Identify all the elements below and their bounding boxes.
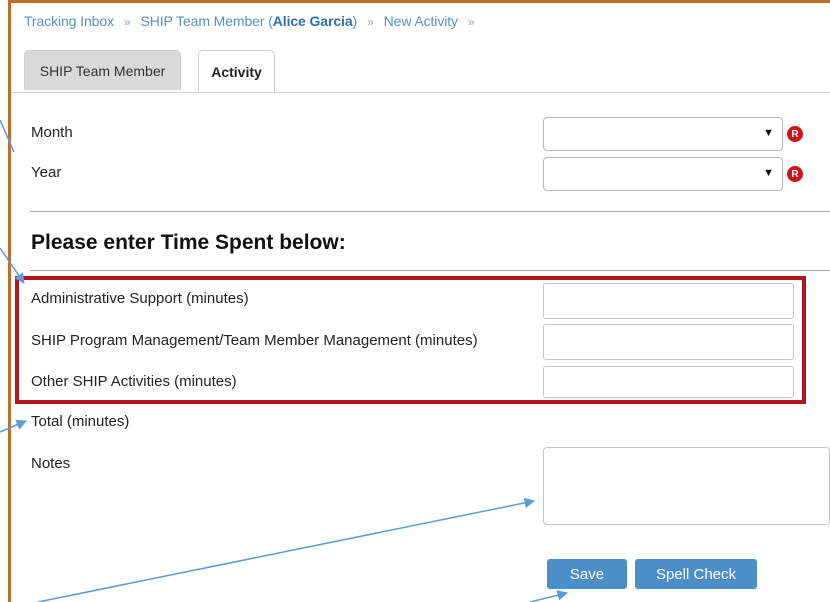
annotation-arrow bbox=[0, 419, 27, 433]
annotation-arrow bbox=[0, 247, 25, 284]
annotation-arrow bbox=[0, 119, 15, 153]
annotation-arrow bbox=[37, 497, 536, 602]
annotation-arrow bbox=[529, 590, 569, 602]
annotation-arrows bbox=[0, 119, 569, 602]
